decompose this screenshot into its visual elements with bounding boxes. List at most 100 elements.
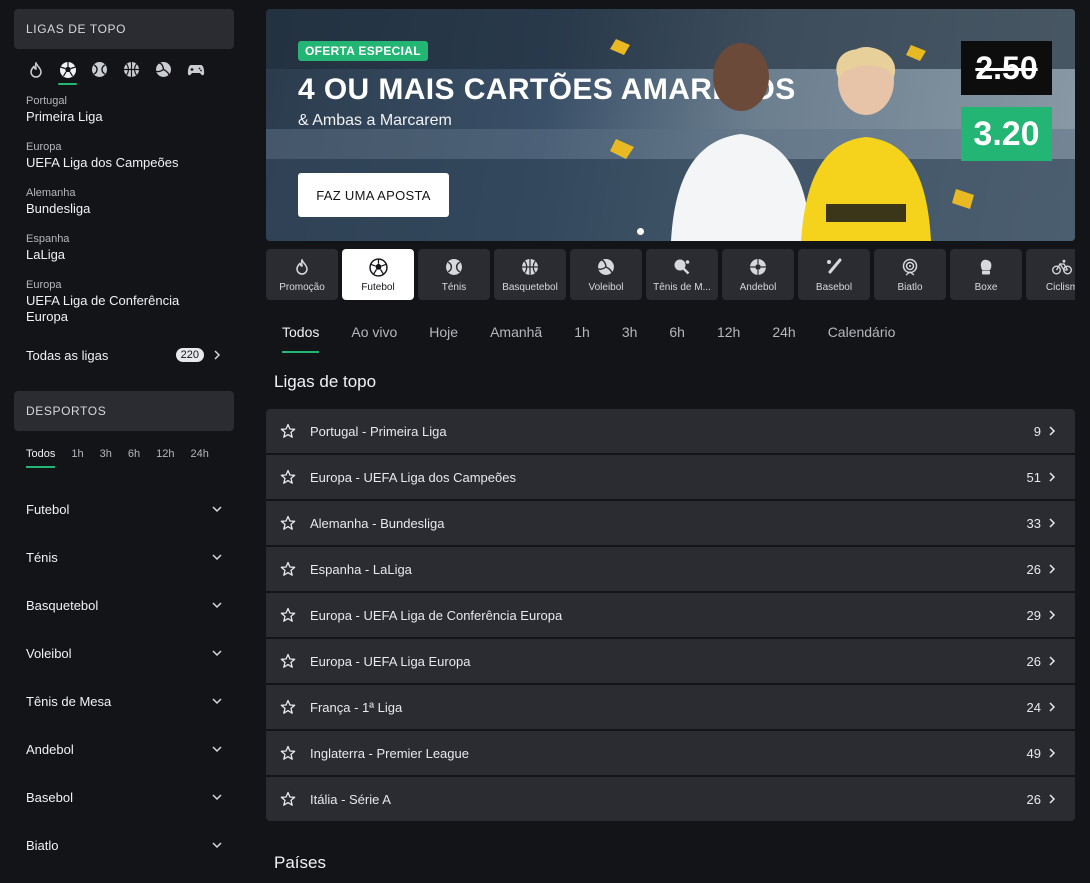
star-icon[interactable] [280, 607, 296, 623]
chevron-down-icon [212, 554, 222, 561]
tab-24h[interactable]: 24h [772, 324, 795, 340]
sidebar-league-item[interactable]: Europa UEFA Liga de Conferência Europa [26, 279, 216, 325]
gamepad-icon[interactable] [186, 60, 205, 79]
old-odds-value: 2.50 [961, 41, 1052, 95]
tab-todos[interactable]: Todos [282, 324, 320, 353]
league-row-count: 26 [1026, 561, 1041, 577]
tab-12h[interactable]: 12h [717, 324, 740, 340]
sport-tab-label: Futebol [361, 282, 395, 293]
sidebar-sport-tenis-de-mesa[interactable]: Tênis de Mesa [26, 691, 222, 711]
place-bet-button[interactable]: FAZ UMA APOSTA [298, 173, 449, 217]
sport-tab-basquetebol[interactable]: Basquetebol [494, 249, 566, 300]
chevron-down-icon [212, 746, 222, 753]
tab-1h[interactable]: 1h [574, 324, 590, 340]
sidebar-league-item[interactable]: Espanha LaLiga [26, 233, 69, 263]
sport-label: Biatlo [26, 837, 59, 853]
tab-amanha[interactable]: Amanhã [490, 324, 542, 340]
tab-hoje[interactable]: Hoje [429, 324, 458, 340]
time-filter-3h[interactable]: 3h [100, 448, 112, 460]
basketball-icon[interactable] [122, 60, 141, 79]
sidebar-sport-voleibol[interactable]: Voleibol [26, 643, 222, 663]
sidebar-sport-tenis[interactable]: Ténis [26, 547, 222, 567]
sidebar-league-item[interactable]: Portugal Primeira Liga [26, 95, 103, 125]
sidebar-sport-basquetebol[interactable]: Basquetebol [26, 595, 222, 615]
league-row-count: 49 [1026, 745, 1041, 761]
sport-tab-promocao[interactable]: Promoção [266, 249, 338, 300]
time-filter-6h[interactable]: 6h [128, 448, 140, 460]
time-filter-1h[interactable]: 1h [71, 448, 83, 460]
league-row[interactable]: Itália - Série A 26 [266, 777, 1075, 821]
tab-ao-vivo[interactable]: Ao vivo [351, 324, 397, 340]
star-icon[interactable] [280, 469, 296, 485]
sport-tab-basebol[interactable]: Basebol [798, 249, 870, 300]
countries-title: Países [274, 853, 326, 872]
sport-label: Futebol [26, 501, 70, 517]
league-row[interactable]: Espanha - LaLiga 26 [266, 547, 1075, 591]
sidebar-time-filters: Todos 1h 3h 6h 12h 24h [26, 448, 209, 468]
league-name: UEFA Liga de Conferência Europa [26, 293, 180, 324]
star-icon[interactable] [280, 653, 296, 669]
league-row[interactable]: Europa - UEFA Liga de Conferência Europa… [266, 593, 1075, 637]
all-leagues-link[interactable]: Todas as ligas 220 [26, 346, 222, 364]
sidebar-league-item[interactable]: Alemanha Bundesliga [26, 187, 90, 217]
sport-tab-ciclismo[interactable]: Ciclism [1026, 249, 1075, 300]
sidebar-sport-futebol[interactable]: Futebol [26, 499, 222, 519]
sport-tab-label: Andebol [739, 282, 777, 293]
league-row[interactable]: Portugal - Primeira Liga 9 [266, 409, 1075, 453]
sidebar-sport-biatlo[interactable]: Biatlo [26, 835, 222, 855]
sport-tab-futebol[interactable]: Futebol [342, 249, 414, 300]
star-icon[interactable] [280, 791, 296, 807]
star-icon[interactable] [280, 745, 296, 761]
league-row[interactable]: Europa - UEFA Liga dos Campeões 51 [266, 455, 1075, 499]
tennis-icon[interactable] [90, 60, 109, 79]
sport-tab-voleibol[interactable]: Voleibol [570, 249, 642, 300]
main-filter-tabs: Todos Ao vivo Hoje Amanhã 1h 3h 6h 12h 2… [282, 324, 927, 353]
sport-label: Andebol [26, 741, 74, 757]
promo-banner[interactable]: OFERTA ESPECIAL 4 OU MAIS CARTÕES AMAREL… [266, 9, 1075, 241]
time-filter-12h[interactable]: 12h [156, 448, 174, 460]
league-row-count: 26 [1026, 791, 1041, 807]
sport-tab-label: Ténis [441, 282, 467, 293]
flame-icon [292, 257, 312, 277]
football-icon[interactable] [58, 60, 77, 85]
tab-3h[interactable]: 3h [622, 324, 638, 340]
sport-tab-boxe[interactable]: Boxe [950, 249, 1022, 300]
league-row[interactable]: França - 1ª Liga 24 [266, 685, 1075, 729]
sport-label: Basebol [26, 789, 73, 805]
sport-tab-biatlo[interactable]: Biatlo [874, 249, 946, 300]
sport-tab-tenis[interactable]: Ténis [418, 249, 490, 300]
tab-calendario[interactable]: Calendário [828, 324, 896, 340]
chevron-down-icon [212, 506, 222, 513]
league-row[interactable]: Inglaterra - Premier League 49 [266, 731, 1075, 775]
league-region: Espanha [26, 233, 70, 245]
league-row-name: Europa - UEFA Liga dos Campeões [310, 469, 516, 485]
sidebar-sport-basebol[interactable]: Basebol [26, 787, 222, 807]
league-region: Europa [26, 141, 62, 153]
sport-tab-andebol[interactable]: Andebol [722, 249, 794, 300]
league-row-name: França - 1ª Liga [310, 699, 403, 715]
star-icon[interactable] [280, 515, 296, 531]
tab-6h[interactable]: 6h [669, 324, 685, 340]
sidebar-league-item[interactable]: Europa UEFA Liga dos Campeões [26, 141, 178, 171]
sidebar-sport-andebol[interactable]: Andebol [26, 739, 222, 759]
league-row-count: 24 [1026, 699, 1041, 715]
flame-icon[interactable] [26, 60, 45, 79]
star-icon[interactable] [280, 561, 296, 577]
baseball-icon [824, 257, 844, 277]
time-filter-all[interactable]: Todos [26, 448, 56, 468]
time-filter-24h[interactable]: 24h [190, 448, 208, 460]
sports-header: DESPORTOS [14, 391, 234, 431]
tennis-icon [444, 257, 464, 277]
players-illustration [671, 43, 931, 241]
league-row[interactable]: Alemanha - Bundesliga 33 [266, 501, 1075, 545]
star-icon[interactable] [280, 699, 296, 715]
carousel-dot[interactable] [637, 228, 644, 235]
league-row[interactable]: Europa - UEFA Liga Europa 26 [266, 639, 1075, 683]
sport-tab-tenis-de-mesa[interactable]: Tênis de M... [646, 249, 718, 300]
league-row-name: Espanha - LaLiga [310, 561, 412, 577]
volleyball-icon[interactable] [154, 60, 173, 79]
league-name: Primeira Liga [26, 109, 103, 124]
sport-label: Tênis de Mesa [26, 693, 112, 709]
star-icon[interactable] [280, 423, 296, 439]
league-name: LaLiga [26, 247, 66, 262]
